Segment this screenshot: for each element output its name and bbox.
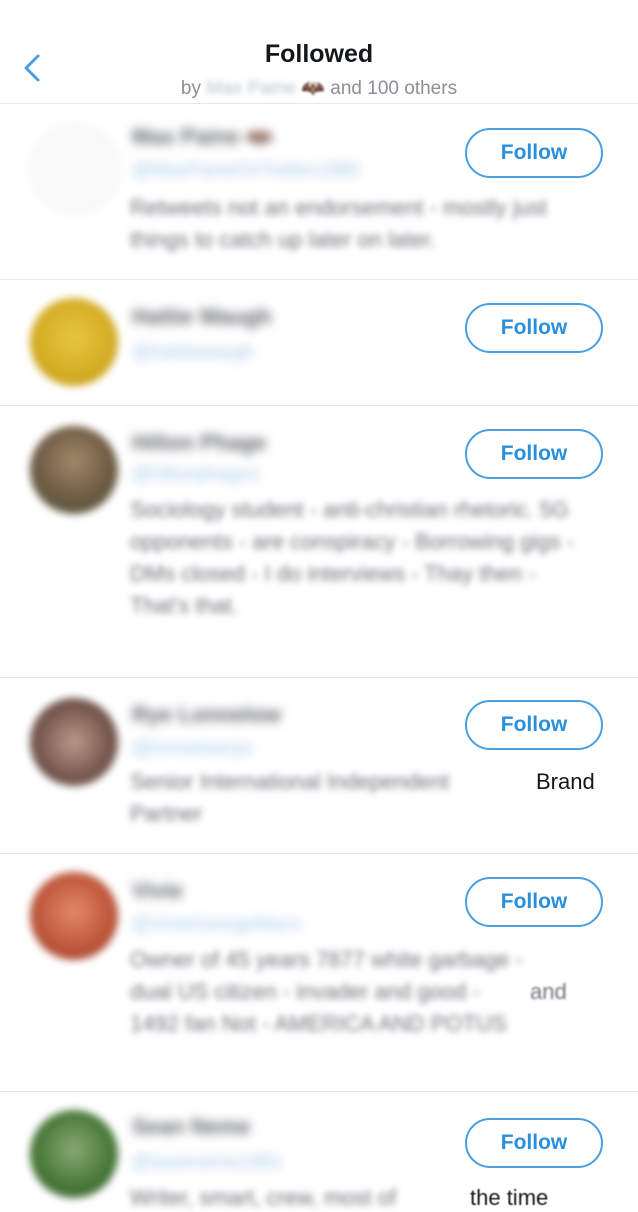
user-row[interactable]: Rye Lonnelow @lonnelowrye Senior Interna… [0, 678, 638, 854]
user-handle: @hiltonphage1 [132, 464, 261, 485]
user-name: Sean Neme [132, 1114, 251, 1139]
user-row[interactable]: Hilton Phage @hiltonphage1 Sociology stu… [0, 406, 638, 678]
user-bio: Sociology student - anti-christian rheto… [130, 497, 574, 618]
avatar[interactable] [30, 1110, 118, 1198]
subtitle-suffix: and 100 others [330, 78, 458, 99]
page-title: Followed [264, 40, 374, 68]
user-row[interactable]: Hattie Waugh @hattiewaugh Follow [0, 280, 638, 406]
user-bio: Owner of 45 years 7877 white garbage - d… [130, 947, 523, 1036]
user-handle: @MaxPaineOnTwitter1980 [132, 160, 360, 181]
user-name: Rye Lonnelow [132, 702, 282, 727]
user-bio-tail: and [530, 979, 567, 1004]
page-subtitle: by Max Paine 🦇 and 100 others [0, 76, 638, 100]
user-bio-line2: Partner [130, 801, 203, 826]
avatar[interactable] [30, 872, 118, 960]
user-name: Max Paine 🦇 [132, 124, 274, 149]
avatar[interactable] [30, 298, 118, 386]
subtitle-name[interactable]: Max Paine [206, 78, 296, 99]
subtitle-prefix: by [180, 78, 201, 99]
follow-button[interactable]: Follow [465, 877, 603, 927]
avatar[interactable] [30, 124, 120, 214]
follow-button[interactable]: Follow [465, 128, 603, 178]
top-bar: Followed by Max Paine 🦇 and 100 others [0, 0, 638, 104]
user-bio-tail: the time [470, 1185, 549, 1210]
user-bio: Retweets not an endorsement - mostly jus… [130, 195, 547, 252]
follow-button[interactable]: Follow [465, 303, 603, 353]
follow-button[interactable]: Follow [465, 1118, 603, 1168]
user-bio-tail: Brand [536, 769, 595, 794]
user-row[interactable]: Sean Neme @seanneme1981 Writer, smart, c… [0, 1092, 638, 1212]
follow-button[interactable]: Follow [465, 700, 603, 750]
avatar[interactable] [30, 426, 118, 514]
user-row[interactable]: Vivie @VivieGeorgeMacs Owner of 45 years… [0, 854, 638, 1092]
user-bio: Senior International Independent [130, 769, 450, 794]
user-name: Hilton Phage [132, 430, 267, 455]
user-handle: @seanneme1981 [132, 1152, 283, 1173]
user-handle: @VivieGeorgeMacs [132, 914, 301, 935]
user-bio: Writer, smart, crew, most of [130, 1185, 397, 1210]
user-handle: @hattiewaugh [132, 342, 254, 363]
bat-emoji-icon: 🦇 [301, 78, 326, 99]
user-name: Hattie Waugh [132, 304, 272, 329]
avatar[interactable] [30, 698, 118, 786]
user-name: Vivie [132, 878, 183, 903]
user-row[interactable]: Max Paine 🦇 @MaxPaineOnTwitter1980 Retwe… [0, 104, 638, 280]
user-handle: @lonnelowrye [132, 738, 253, 759]
follow-button[interactable]: Follow [465, 429, 603, 479]
